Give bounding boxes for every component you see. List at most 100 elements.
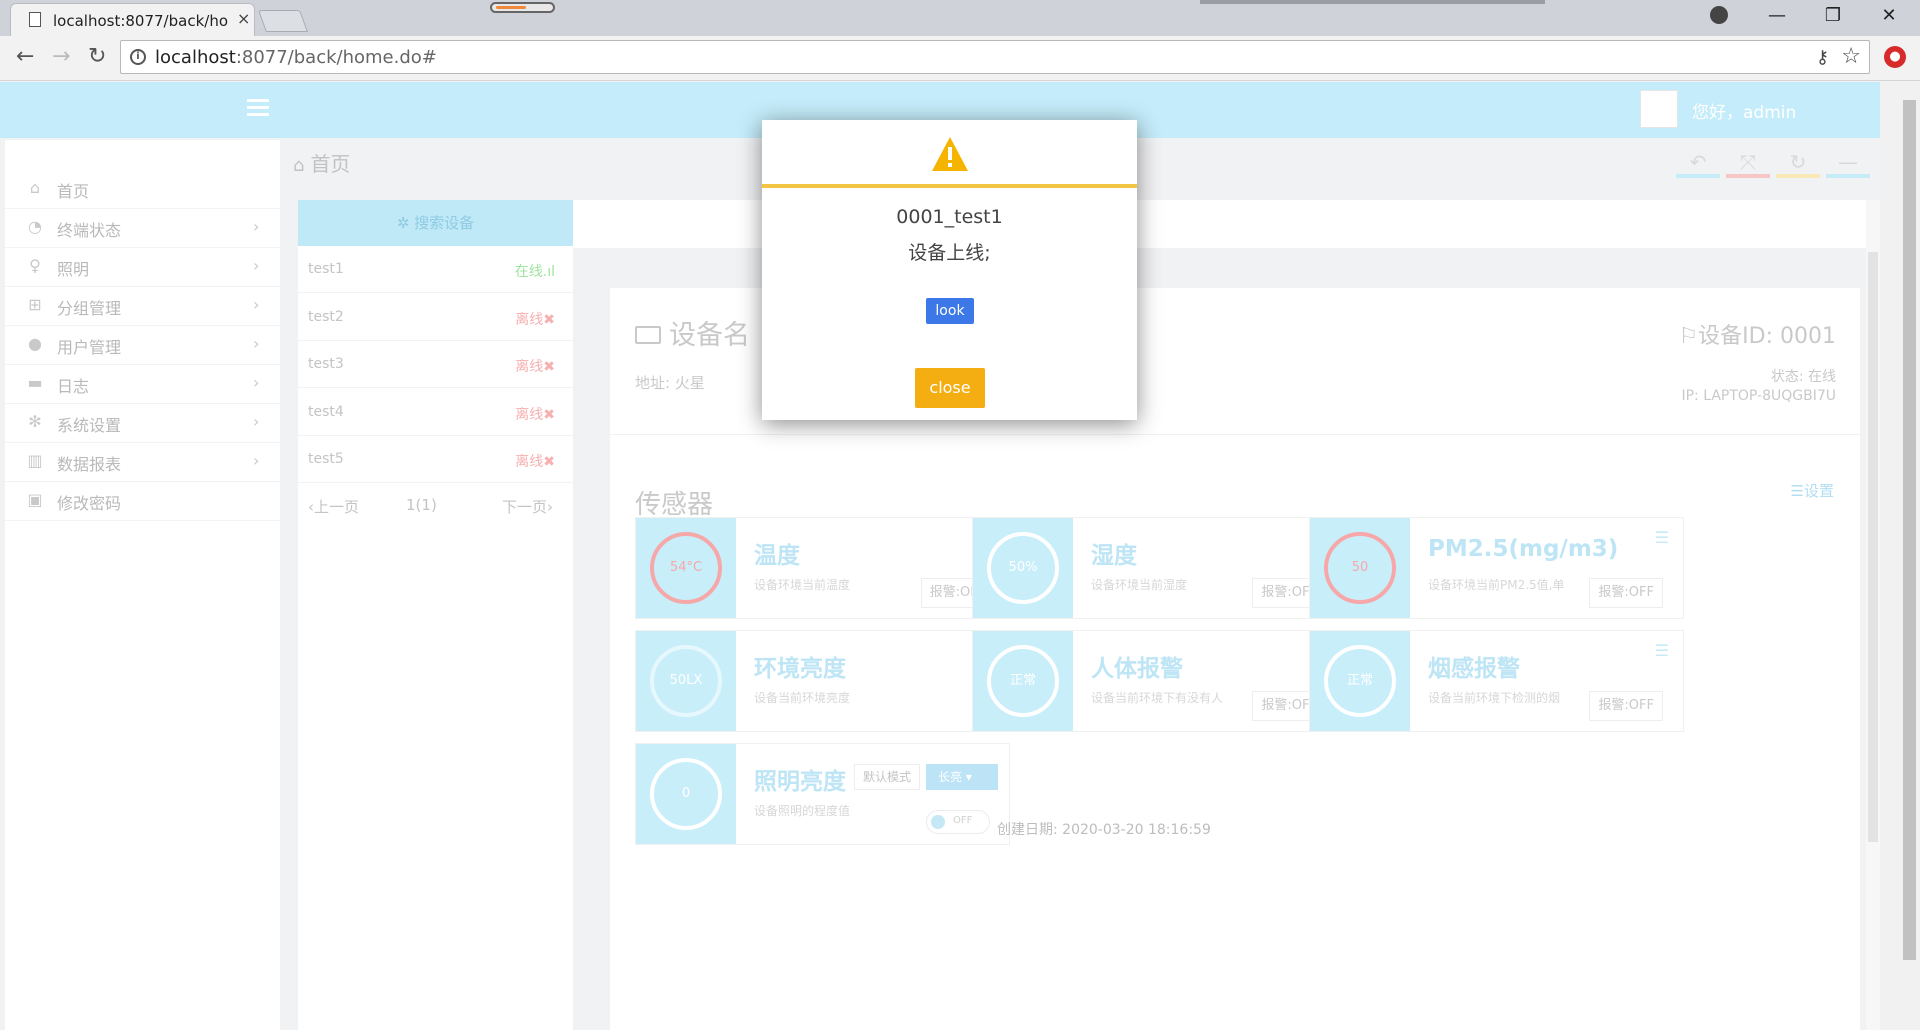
sidebar-item-label: 分组管理 xyxy=(57,299,122,318)
device-list-status: 离线✖ xyxy=(515,311,555,328)
sitemap-icon: ⊞ xyxy=(28,295,42,314)
avatar[interactable] xyxy=(1640,90,1678,128)
device-state: 状态: 在线 xyxy=(1770,369,1836,385)
extension-icon[interactable]: ● xyxy=(1884,46,1906,68)
sensor-ring: 50% xyxy=(987,532,1059,604)
device-list-item[interactable]: test5 离线✖ xyxy=(298,436,573,483)
profile-icon[interactable] xyxy=(1710,6,1728,24)
look-button[interactable]: look xyxy=(926,298,974,324)
key-icon[interactable]: ⚷ xyxy=(1816,47,1829,68)
next-page-button[interactable]: 下一页› xyxy=(502,496,553,517)
url-text[interactable]: localhost:8077/back/home.do# xyxy=(155,47,437,68)
browser-tab[interactable]: localhost:8077/back/ho × xyxy=(10,3,255,36)
close-button[interactable]: close xyxy=(915,368,985,408)
close-window-button[interactable]: ✕ xyxy=(1866,5,1912,26)
lighting-toggle[interactable]: OFF xyxy=(926,810,990,834)
bar-chart-icon: ▥ xyxy=(27,451,43,470)
sensor-card: 0 照明亮度 设备照明的程度值 默认模式 长亮 ▾ OFF xyxy=(635,743,1010,845)
device-list-panel: ✲ 搜索设备 test1 在线.ıl test2 离线✖ test3 离线✖ test4 离线… xyxy=(298,200,573,1030)
refresh-icon[interactable]: ↻ xyxy=(1776,150,1820,174)
sidebar-item[interactable]: ⌂ 首页 xyxy=(5,170,280,209)
device-ip: IP: LAPTOP-8UQGBI7U xyxy=(1681,388,1836,404)
lighting-mode-button[interactable]: 默认模式 xyxy=(854,764,921,790)
search-device-button[interactable]: ✲ 搜索设备 xyxy=(298,200,573,246)
sidebar-item[interactable]: ▬ 日志 › xyxy=(5,365,280,404)
card-menu-icon[interactable]: ☰ xyxy=(1655,641,1669,660)
lock-icon: ▣ xyxy=(27,490,43,509)
sensor-card: 54°C温度设备环境当前温度☰报警:ON xyxy=(635,517,1010,619)
device-list-item[interactable]: test3 离线✖ xyxy=(298,341,573,388)
device-list-item[interactable]: test2 离线✖ xyxy=(298,294,573,341)
scrollbar-thumb[interactable] xyxy=(1903,100,1916,960)
undo-bar xyxy=(1676,174,1720,178)
sidebar-item-label: 用户管理 xyxy=(57,338,122,357)
new-tab-button[interactable] xyxy=(257,10,309,32)
sensor-settings-link[interactable]: ☰设置 xyxy=(1791,480,1834,501)
sensor-title: 人体报警 xyxy=(1091,656,1183,682)
tab-close-icon[interactable]: × xyxy=(237,9,250,28)
bookmark-star-icon[interactable]: ☆ xyxy=(1841,44,1861,69)
sensor-title: PM2.5(mg/m3) xyxy=(1428,536,1619,562)
sensor-card: 50%湿度设备环境当前湿度☰报警:OFF xyxy=(972,517,1347,619)
sensor-gauge: 0 xyxy=(636,744,736,844)
sidebar-item-label: 系统设置 xyxy=(57,416,122,435)
sensor-description: 设备照明的程度值 xyxy=(754,804,851,818)
sidebar-item-label: 照明 xyxy=(57,260,90,279)
sidebar-item[interactable]: ◔ 终端状态 › xyxy=(5,209,280,248)
reload-icon[interactable]: ↻ xyxy=(88,44,106,69)
notification-dialog: 0001_test1 设备上线; look close xyxy=(762,120,1137,420)
sidebar-item[interactable]: ✻ 系统设置 › xyxy=(5,404,280,443)
back-arrow-icon[interactable]: ← xyxy=(16,44,34,69)
sensor-title: 温度 xyxy=(754,543,800,569)
device-list-item[interactable]: test1 在线.ıl xyxy=(298,246,573,293)
device-list-name: test5 xyxy=(308,451,344,467)
dialog-accent-line xyxy=(762,184,1137,188)
minimize-button[interactable]: — xyxy=(1754,5,1800,26)
card-menu-icon[interactable]: ☰ xyxy=(1655,528,1669,547)
page-scrollbar[interactable] xyxy=(1880,82,1920,1030)
dialog-device-id: 0001_test1 xyxy=(896,206,1003,228)
sensor-ring: 54°C xyxy=(650,532,722,604)
device-list-name: test2 xyxy=(308,308,344,325)
forward-arrow-icon[interactable]: → xyxy=(52,44,70,69)
sidebar-item[interactable]: ⊞ 分组管理 › xyxy=(5,287,280,326)
tab-title: localhost:8077/back/ho xyxy=(53,12,228,30)
device-list-item[interactable]: test4 离线✖ xyxy=(298,389,573,436)
sidebar-item[interactable]: ▣ 修改密码 xyxy=(5,482,280,521)
divider xyxy=(610,434,1860,435)
sidebar-item[interactable]: ▥ 数据报表 › xyxy=(5,443,280,482)
content-scrollbar[interactable] xyxy=(1866,200,1880,1030)
home-icon: ⌂ xyxy=(293,155,305,176)
user-greeting[interactable]: 您好，admin xyxy=(1692,98,1796,123)
sidebar-item-label: 终端状态 xyxy=(57,221,122,240)
info-icon[interactable]: i xyxy=(130,49,146,65)
browser-tab-strip: localhost:8077/back/ho × — ❐ ✕ xyxy=(0,0,1920,36)
warning-icon xyxy=(932,137,968,171)
sidebar-item[interactable]: ♀ 照明 › xyxy=(5,248,280,287)
sensor-value: 正常 xyxy=(1346,673,1373,688)
sensor-description: 设备环境当前PM2.5值,单 xyxy=(1428,578,1565,592)
x-icon: ✖ xyxy=(543,454,555,470)
chevron-right-icon: › xyxy=(253,412,260,431)
menu-toggle-icon[interactable] xyxy=(247,99,269,117)
chevron-right-icon: › xyxy=(253,295,260,314)
device-list-name: test4 xyxy=(308,403,344,420)
alarm-toggle-button[interactable]: 报警:OFF xyxy=(1589,691,1663,721)
sidebar-item-label: 修改密码 xyxy=(57,494,122,513)
sensor-gauge: 50% xyxy=(973,518,1073,618)
sidebar-item[interactable]: ● 用户管理 › xyxy=(5,326,280,365)
fullscreen-icon[interactable]: ⤧ xyxy=(1726,150,1770,174)
lighting-mode-select[interactable]: 长亮 ▾ xyxy=(926,764,998,790)
page-icon xyxy=(29,12,41,27)
sensor-gauge: 正常 xyxy=(1310,631,1410,731)
minimize-panel-icon[interactable]: — xyxy=(1826,150,1870,174)
undo-icon[interactable]: ↶ xyxy=(1676,150,1720,174)
prev-page-button[interactable]: ‹上一页 xyxy=(308,496,359,517)
address-bar[interactable]: i localhost:8077/back/home.do# ⚷ ☆ xyxy=(120,40,1870,74)
alarm-toggle-button[interactable]: 报警:OFF xyxy=(1589,578,1663,608)
maximize-button[interactable]: ❐ xyxy=(1810,5,1856,26)
sensor-description: 设备当前环境下有没有人 xyxy=(1091,691,1224,705)
browser-toolbar: ← → ↻ i localhost:8077/back/home.do# ⚷ ☆… xyxy=(0,36,1920,81)
device-list-status: 离线✖ xyxy=(515,359,555,375)
device-list-status: 离线✖ xyxy=(515,406,555,423)
